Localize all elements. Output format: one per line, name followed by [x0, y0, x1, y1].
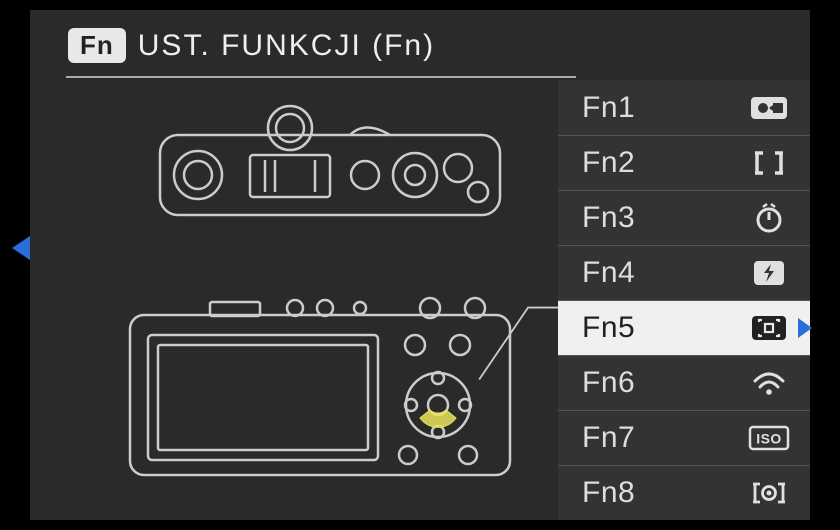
video-record-icon — [746, 89, 792, 127]
fn-item-label: Fn7 — [582, 421, 746, 455]
fn-list: Fn1 Fn2 Fn3 Fn4 Fn5 — [558, 80, 810, 520]
fn-item-label: Fn3 — [582, 201, 746, 235]
fn-item-label: Fn6 — [582, 366, 746, 400]
fn-item-label: Fn2 — [582, 146, 746, 180]
chevron-left-icon[interactable] — [12, 236, 30, 260]
fn-item-fn7[interactable]: Fn7 ISO — [558, 410, 810, 465]
camera-top-view — [150, 100, 510, 230]
fn-badge: Fn — [68, 28, 126, 63]
camera-diagram — [90, 100, 560, 510]
dpad-down-highlight — [420, 410, 456, 427]
fn-item-label: Fn5 — [582, 311, 746, 345]
metering-icon — [746, 474, 792, 512]
fn-item-fn1[interactable]: Fn1 — [558, 80, 810, 135]
menu-header: Fn UST. FUNKCJI (Fn) — [68, 28, 435, 63]
fn-item-fn4[interactable]: Fn4 — [558, 245, 810, 300]
fn-item-fn6[interactable]: Fn6 — [558, 355, 810, 410]
self-timer-icon — [746, 199, 792, 237]
menu-screen: Fn UST. FUNKCJI (Fn) — [30, 10, 810, 520]
wifi-icon — [746, 364, 792, 402]
fn-item-fn3[interactable]: Fn3 — [558, 190, 810, 245]
focus-area-icon — [746, 309, 792, 347]
camera-back-view — [120, 290, 520, 490]
svg-text:ISO: ISO — [756, 431, 782, 447]
flash-icon — [746, 254, 792, 292]
fn-item-fn8[interactable]: Fn8 — [558, 465, 810, 520]
header-divider — [66, 76, 576, 78]
fn-item-fn5[interactable]: Fn5 — [558, 300, 810, 355]
page-title: UST. FUNKCJI (Fn) — [138, 29, 435, 63]
iso-icon: ISO — [746, 419, 792, 457]
fn-item-fn2[interactable]: Fn2 — [558, 135, 810, 190]
fn-item-label: Fn4 — [582, 256, 746, 290]
chevron-right-icon — [798, 318, 812, 338]
fn-item-label: Fn8 — [582, 476, 746, 510]
af-area-brackets-icon — [746, 144, 792, 182]
fn-item-label: Fn1 — [582, 91, 746, 125]
